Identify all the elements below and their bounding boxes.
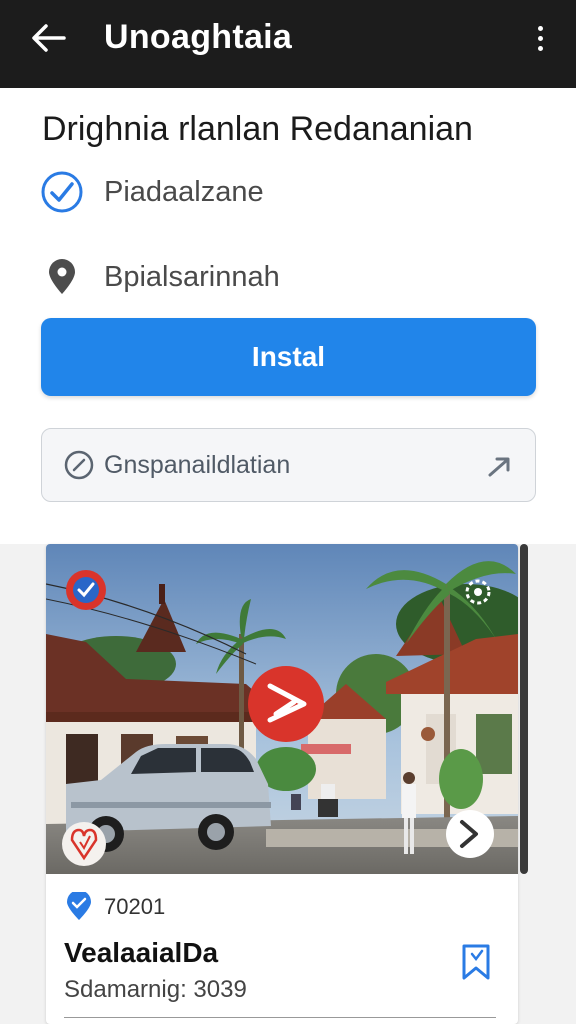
option-label: Gnspanaildlatian — [104, 450, 291, 479]
card-meta: 70201 — [64, 892, 165, 922]
arrow-left-icon — [32, 24, 66, 52]
info-row-location: Bpialsarinnah — [40, 255, 280, 299]
info-row-status: Piadaalzane — [40, 170, 264, 214]
location-pin-icon — [67, 892, 91, 920]
check-circle-icon — [40, 170, 84, 214]
back-button[interactable] — [26, 20, 70, 56]
card-divider — [64, 1017, 496, 1018]
chevron-right-icon[interactable] — [446, 810, 494, 858]
play-button-icon[interactable] — [248, 666, 324, 742]
card-title[interactable]: VealaaialDa — [64, 937, 218, 969]
status-label: Piadaalzane — [104, 175, 264, 208]
verified-badge-icon — [66, 570, 106, 610]
listing-card[interactable]: 70201 VealaaialDa Sdamarnig: 3039 — [46, 544, 518, 1024]
bookmark-icon[interactable] — [458, 942, 494, 982]
clock-icon — [62, 448, 96, 482]
location-label: Bpialsarinnah — [104, 260, 280, 293]
more-vertical-icon — [537, 25, 543, 31]
scrollbar[interactable] — [520, 544, 528, 874]
card-meta-number: 70201 — [104, 894, 166, 919]
app-bar-title: Unoaghtaia — [104, 18, 293, 56]
install-button[interactable]: Instal — [41, 318, 536, 396]
top-app-bar: Unoaghtaia — [0, 0, 576, 88]
listing-photo — [46, 544, 518, 874]
card-subtitle: Sdamarnig: 3039 — [64, 976, 247, 1003]
option-row[interactable]: Gnspanaildlatian — [41, 428, 536, 502]
page-heading: Drighnia rlanlan Redananian — [42, 110, 473, 148]
arrow-right-icon — [488, 457, 510, 477]
location-pin-icon — [40, 255, 84, 299]
heart-icon[interactable] — [62, 822, 106, 866]
more-options-button[interactable] — [528, 20, 552, 56]
